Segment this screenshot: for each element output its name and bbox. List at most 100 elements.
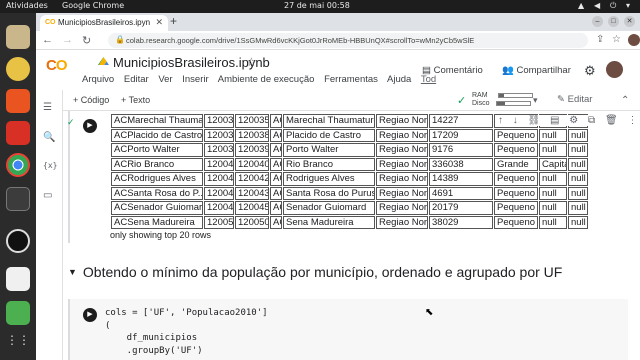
new-tab-button[interactable]: + — [170, 14, 177, 28]
resources-indicator[interactable]: RAM Disco — [472, 92, 533, 108]
table-cell: null — [568, 215, 588, 229]
run-cell-button[interactable]: ▶ — [83, 308, 97, 322]
clock[interactable]: 27 de mai 00:58 — [284, 1, 350, 10]
table-cell: Regiao Norte — [376, 128, 428, 142]
folder-icon[interactable]: ▭ — [43, 190, 52, 201]
table-cell: Grande — [494, 157, 538, 171]
star-icon[interactable]: ☆ — [246, 55, 257, 69]
show-apps-icon[interactable]: ⋮⋮ — [6, 333, 30, 357]
menu-editar[interactable]: Editar — [124, 74, 149, 85]
active-app-label[interactable]: Google Chrome — [62, 1, 124, 10]
table-cell: AC — [270, 157, 282, 171]
avatar[interactable] — [606, 61, 623, 78]
address-bar[interactable]: 🔒 colab.research.google.com/drive/1SsGMw… — [108, 33, 588, 48]
close-tab-icon[interactable]: ✕ — [155, 17, 163, 28]
comment-button[interactable]: ▤ Comentário — [422, 65, 483, 76]
table-cell: Placido de Castro — [283, 128, 375, 142]
menu-ajuda[interactable]: Ajuda — [387, 74, 411, 85]
trash-icon[interactable] — [6, 301, 30, 325]
back-icon[interactable]: ← — [42, 34, 53, 46]
chevron-down-icon[interactable]: ▾ — [626, 1, 630, 10]
edit-mode-button[interactable]: ✎ Editar — [557, 94, 592, 105]
table-cell: Rio Branco — [283, 157, 375, 171]
obs-studio-icon[interactable] — [6, 229, 30, 253]
share-button[interactable]: 👥 Compartilhar — [502, 65, 571, 76]
anydesk-icon[interactable] — [6, 121, 30, 145]
settings-icon[interactable]: ⚙ — [569, 115, 578, 126]
table-cell: ACRodrigues Alves — [111, 172, 203, 186]
resources-dropdown-icon[interactable]: ▾ — [533, 95, 538, 106]
table-cell: Sena Madureira — [283, 215, 375, 229]
table-cell: Marechal Thaumaturgo — [283, 114, 375, 128]
table-row: ACPlacido de Castro1200381200385ACPlacid… — [111, 128, 588, 142]
variables-icon[interactable]: {x} — [43, 161, 57, 170]
move-down-icon[interactable]: ↓ — [513, 115, 518, 126]
mouse-cursor: ⬉ — [425, 307, 434, 318]
link-icon[interactable]: ⛓ — [528, 115, 541, 126]
chrome-icon[interactable] — [6, 153, 30, 177]
search-icon[interactable]: 🔍 — [43, 132, 55, 143]
terminal-icon[interactable] — [6, 187, 30, 211]
table-cell: 1200393 — [235, 143, 269, 157]
table-cell: 120045 — [204, 201, 234, 215]
rhythmbox-icon[interactable] — [6, 57, 30, 81]
table-cell: Regiao Norte — [376, 157, 428, 171]
table-cell: 17209 — [429, 128, 493, 142]
activities-button[interactable]: Atividades — [6, 1, 48, 10]
browser-tab[interactable]: CO MunicipiosBrasileiros.ipyn ✕ — [40, 15, 168, 31]
table-cell: 4691 — [429, 186, 493, 200]
table-cell: null — [568, 143, 588, 157]
reload-icon[interactable]: ↻ — [82, 34, 91, 47]
code-cell[interactable]: ▶ cols = ['UF', 'Populacao2010'] ( df_mun… — [68, 299, 628, 360]
mirror-cell-icon[interactable]: ⧉ — [588, 115, 595, 126]
profile-avatar[interactable] — [628, 34, 640, 46]
menu-ferramentas[interactable]: Ferramentas — [324, 74, 378, 85]
maximize-window-button[interactable]: □ — [608, 16, 619, 27]
output-cell[interactable]: ✓ ▶ ACMarechal Thauma...1200351200351ACM… — [67, 111, 640, 243]
table-cell: AC — [270, 172, 282, 186]
output-table: ACMarechal Thauma...1200351200351ACMarec… — [110, 113, 589, 230]
comment-icon[interactable]: ▤ — [550, 115, 559, 126]
colab-logo[interactable]: CO — [46, 57, 67, 74]
files-app-icon[interactable] — [6, 25, 30, 49]
add-code-button[interactable]: + Código — [73, 95, 109, 105]
table-cell: Porto Walter — [283, 143, 375, 157]
section-heading[interactable]: ▼ Obtendo o mínimo da população por munic… — [68, 264, 562, 280]
minimize-window-button[interactable]: – — [592, 16, 603, 27]
table-cell: 1200351 — [235, 114, 269, 128]
table-cell: ACSena Madureira — [111, 215, 203, 229]
delete-icon[interactable]: 🗑 — [605, 115, 618, 126]
table-cell: Regiao Norte — [376, 172, 428, 186]
move-up-icon[interactable]: ↑ — [498, 115, 503, 126]
table-row: ACRio Branco1200401200401ACRio BrancoReg… — [111, 157, 588, 171]
volume-icon[interactable]: ◀ — [594, 1, 600, 10]
forward-icon[interactable]: → — [62, 34, 73, 46]
share-page-icon[interactable]: ⇪ — [596, 34, 604, 45]
url-text: colab.research.google.com/drive/1SsGMwRd… — [126, 36, 475, 45]
code-editor[interactable]: cols = ['UF', 'Populacao2010'] ( df_munic… — [105, 307, 268, 357]
document-viewer-icon[interactable] — [6, 267, 30, 291]
lock-icon[interactable]: 🔒 — [115, 35, 125, 44]
connected-check-icon: ✓ — [457, 95, 467, 107]
run-cell-button[interactable]: ▶ — [83, 119, 97, 133]
table-cell: null — [568, 172, 588, 186]
bookmark-star-icon[interactable]: ☆ — [612, 34, 621, 45]
table-cell: ACPlacido de Castro — [111, 128, 203, 142]
close-window-button[interactable]: ✕ — [624, 16, 635, 27]
menu-ambiente-de-execucao[interactable]: Ambiente de execução — [218, 74, 315, 85]
more-options-icon[interactable]: ⋮ — [627, 115, 637, 126]
menu-arquivo[interactable]: Arquivo — [82, 74, 114, 85]
menu-inserir[interactable]: Inserir — [182, 74, 208, 85]
menu-ver[interactable]: Ver — [158, 74, 172, 85]
collapse-header-icon[interactable]: ⌃ — [621, 95, 629, 106]
table-of-contents-icon[interactable]: ☰ — [43, 102, 52, 113]
notebook-title[interactable]: MunicipiosBrasileiros.ipynb — [98, 55, 270, 70]
collapse-section-icon[interactable]: ▼ — [68, 267, 77, 277]
power-icon[interactable]: ⏻ — [610, 1, 616, 11]
gear-icon[interactable]: ⚙ — [584, 63, 596, 79]
tab-title: MunicipiosBrasileiros.ipyn — [58, 18, 151, 27]
network-icon[interactable]: ▲ — [578, 1, 584, 10]
software-center-icon[interactable] — [6, 89, 30, 113]
cell-toolbar: ↑ ↓ ⛓ ▤ ⚙ ⧉ 🗑 ⋮ — [498, 115, 640, 126]
add-text-button[interactable]: + Texto — [121, 95, 150, 105]
